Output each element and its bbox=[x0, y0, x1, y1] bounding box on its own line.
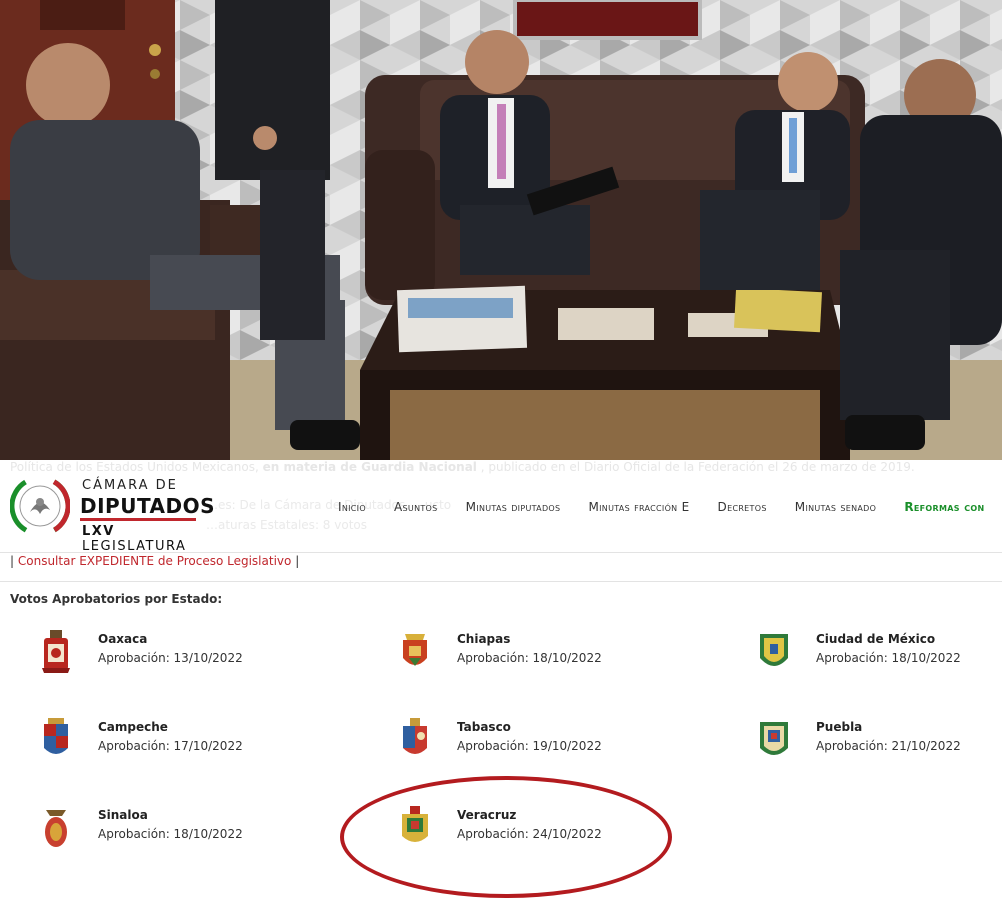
puebla-coat-of-arms-icon bbox=[760, 722, 788, 755]
expediente-row: | Consultar EXPEDIENTE de Proceso Legisl… bbox=[10, 554, 299, 568]
pipe-separator: | bbox=[295, 554, 300, 568]
state-name: Ciudad de México bbox=[816, 632, 936, 646]
mexican-eagle-seal-icon bbox=[10, 476, 70, 536]
logo-divider bbox=[80, 518, 196, 521]
nav-item-minutas-senado[interactable]: Minutas senado bbox=[795, 500, 876, 514]
section-title: Votos Aprobatorios por Estado: bbox=[10, 592, 223, 606]
campeche-coat-of-arms-icon bbox=[44, 718, 68, 754]
cdmx-coat-of-arms-icon bbox=[760, 634, 788, 666]
approval-date: Aprobación: 13/10/2022 bbox=[98, 651, 243, 665]
nav-item-reformas[interactable]: Reformas con bbox=[904, 500, 984, 514]
approval-date: Aprobación: 21/10/2022 bbox=[816, 739, 961, 753]
state-name: Sinaloa bbox=[98, 808, 148, 822]
nav-item-asuntos[interactable]: Asuntos bbox=[394, 500, 438, 514]
logo-line2: DIPUTADOS bbox=[80, 494, 216, 518]
state-name: Chiapas bbox=[457, 632, 511, 646]
pipe-separator: | bbox=[10, 554, 15, 568]
approval-date: Aprobación: 24/10/2022 bbox=[457, 827, 602, 841]
chiapas-coat-of-arms-icon bbox=[403, 634, 427, 666]
logo-line3: LXV LEGISLATURA bbox=[82, 524, 195, 554]
approval-date: Aprobación: 19/10/2022 bbox=[457, 739, 602, 753]
veracruz-coat-of-arms-icon bbox=[402, 806, 428, 842]
state-entry-veracruz: Veracruz Aprobación: 24/10/2022 bbox=[369, 804, 669, 864]
consultar-expediente-link[interactable]: Consultar EXPEDIENTE de Proceso Legislat… bbox=[18, 554, 291, 568]
main-nav: Inicio Asuntos Minutas diputados Minutas… bbox=[338, 496, 1002, 515]
site-header: Política de los Estados Unidos Mexicanos… bbox=[0, 460, 1002, 554]
ghost-text-bold: en materia de Guardia Nacional bbox=[262, 460, 477, 474]
approval-date: Aprobación: 18/10/2022 bbox=[98, 827, 243, 841]
nav-item-inicio[interactable]: Inicio bbox=[338, 500, 366, 514]
state-name: Tabasco bbox=[457, 720, 511, 734]
state-entry-puebla: Puebla Aprobación: 21/10/2022 bbox=[728, 716, 1002, 776]
camara-diputados-logo[interactable]: CÁMARA DE DIPUTADOS LXV LEGISLATURA bbox=[10, 472, 215, 554]
logo-line1: CÁMARA DE bbox=[82, 478, 178, 493]
nav-item-minutas-diputados[interactable]: Minutas diputados bbox=[466, 500, 561, 514]
state-entry-tabasco: Tabasco Aprobación: 19/10/2022 bbox=[369, 716, 669, 776]
state-entry-cdmx: Ciudad de México Aprobación: 18/10/2022 bbox=[728, 628, 1002, 688]
sinaloa-coat-of-arms-icon bbox=[45, 810, 67, 847]
nav-item-minutas-fraccion-e[interactable]: Minutas fracción E bbox=[588, 500, 689, 514]
ghost-text-line3: …aturas Estatales: 8 votos bbox=[206, 518, 367, 532]
logo-legislature-number: LXV bbox=[82, 524, 115, 539]
state-name: Campeche bbox=[98, 720, 168, 734]
state-entry-campeche: Campeche Aprobación: 17/10/2022 bbox=[10, 716, 310, 776]
state-name: Puebla bbox=[816, 720, 863, 734]
nav-item-decretos[interactable]: Decretos bbox=[718, 500, 767, 514]
approval-date: Aprobación: 18/10/2022 bbox=[816, 651, 961, 665]
ghost-text-suffix: , publicado en el Diario Oficial de la F… bbox=[480, 460, 915, 474]
state-entry-sinaloa: Sinaloa Aprobación: 18/10/2022 bbox=[10, 804, 310, 864]
state-entry-oaxaca: Oaxaca Aprobación: 13/10/2022 bbox=[10, 628, 310, 688]
tabasco-coat-of-arms-icon bbox=[403, 718, 427, 754]
oaxaca-coat-of-arms-icon bbox=[42, 630, 70, 673]
approval-date: Aprobación: 17/10/2022 bbox=[98, 739, 243, 753]
meeting-photo bbox=[0, 0, 1002, 460]
divider bbox=[0, 581, 1002, 582]
state-name: Veracruz bbox=[457, 808, 517, 822]
state-name: Oaxaca bbox=[98, 632, 148, 646]
state-entry-chiapas: Chiapas Aprobación: 18/10/2022 bbox=[369, 628, 669, 688]
approval-date: Aprobación: 18/10/2022 bbox=[457, 651, 602, 665]
